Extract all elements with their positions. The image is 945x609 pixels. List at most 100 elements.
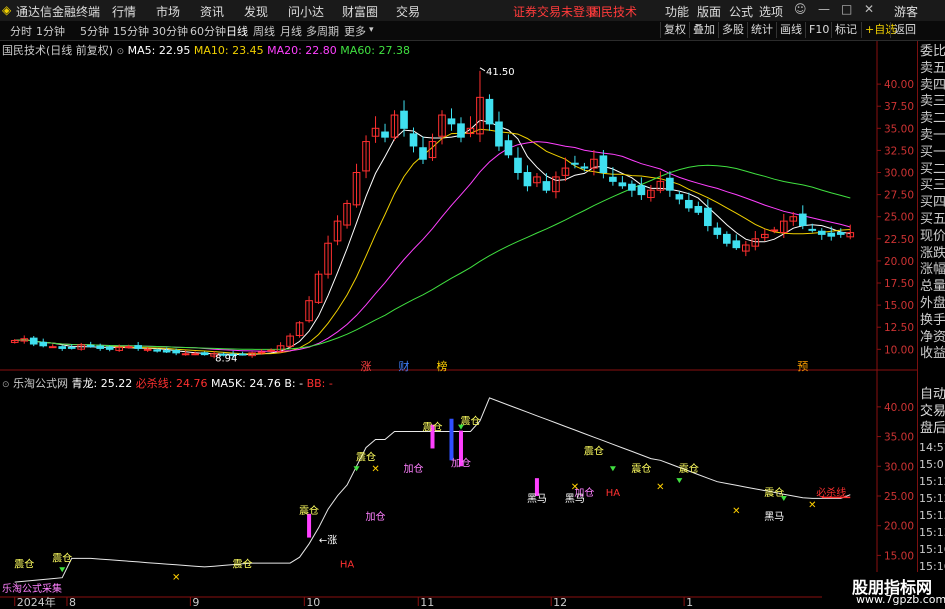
candle-body[interactable]: [723, 233, 731, 244]
candle-body[interactable]: [514, 157, 522, 174]
chart-area[interactable]: 40.00 37.50 35.00 32.50 30.00 27.50 25.00 22.50…: [0, 41, 917, 609]
candle-body[interactable]: [618, 182, 627, 187]
candle-body[interactable]: [713, 227, 722, 235]
candle-body[interactable]: [172, 349, 180, 354]
period-multi[interactable]: 多周期: [306, 23, 339, 39]
chevron-down-icon[interactable]: ▾: [369, 25, 374, 35]
candle-body[interactable]: [400, 110, 408, 129]
menu-caifuquan[interactable]: 财富圈: [342, 3, 378, 20]
menu-jiaoyi[interactable]: 交易: [396, 3, 420, 20]
menu-banmian[interactable]: 版面: [697, 3, 721, 20]
candle-body[interactable]: [495, 121, 503, 147]
candle-body[interactable]: [381, 131, 389, 138]
user-icon[interactable]: ☺: [794, 2, 807, 16]
candle-body[interactable]: [628, 183, 636, 191]
candle-body[interactable]: [67, 346, 76, 349]
menu-faxian[interactable]: 发现: [244, 3, 268, 20]
candle-body[interactable]: [685, 199, 693, 209]
period-30min[interactable]: 30分钟: [152, 23, 188, 39]
candle-body[interactable]: [704, 207, 712, 227]
event-marker[interactable]: 预: [797, 360, 808, 373]
candlesticks[interactable]: [10, 70, 855, 359]
candle-body[interactable]: [770, 229, 779, 232]
right-panel-button[interactable]: 自动: [920, 386, 945, 403]
candle-body[interactable]: [238, 353, 247, 356]
tongji-button[interactable]: 统计: [747, 22, 776, 38]
back-button[interactable]: 返回: [890, 22, 919, 38]
candle-body[interactable]: [191, 353, 199, 356]
menu-gongneng[interactable]: 功能: [665, 3, 689, 20]
candle-body[interactable]: [523, 172, 532, 187]
candle-body[interactable]: [134, 345, 142, 349]
candle-body[interactable]: [808, 228, 817, 231]
candle-body[interactable]: [675, 194, 684, 200]
candle-body[interactable]: [457, 123, 465, 138]
huaxian-button[interactable]: 画线: [776, 22, 805, 38]
candle-body[interactable]: [609, 176, 617, 182]
candle-body[interactable]: [599, 155, 608, 174]
candle-body[interactable]: [409, 133, 418, 147]
right-panel-button[interactable]: 盘后: [920, 420, 945, 437]
candle-body[interactable]: [666, 177, 674, 191]
candle-body[interactable]: [86, 344, 95, 348]
candle-body[interactable]: [39, 341, 48, 347]
candle-body[interactable]: [485, 98, 494, 125]
menu-shichang[interactable]: 市场: [156, 3, 180, 20]
period-more[interactable]: 更多: [344, 23, 366, 39]
maximize-icon[interactable]: □: [841, 2, 852, 16]
candle-body[interactable]: [48, 346, 57, 349]
candle-body[interactable]: [124, 346, 133, 349]
menu-gongshi[interactable]: 公式: [729, 3, 753, 20]
event-marker[interactable]: 榜: [436, 359, 447, 373]
menu-wenxiaoda[interactable]: 问小达: [288, 3, 324, 20]
period-weekly[interactable]: 周线: [253, 23, 275, 39]
candle-body[interactable]: [732, 240, 741, 249]
candle-body[interactable]: [571, 162, 579, 165]
candle-body[interactable]: [447, 118, 456, 125]
period-5min[interactable]: 5分钟: [80, 23, 109, 39]
candle-body[interactable]: [817, 230, 826, 235]
menu-xuanxiang[interactable]: 选项: [759, 3, 783, 20]
candle-body[interactable]: [96, 345, 105, 349]
candle-body[interactable]: [580, 166, 589, 169]
minimize-icon[interactable]: —: [818, 2, 830, 16]
period-daily[interactable]: 日线: [226, 23, 248, 39]
candle-body[interactable]: [542, 181, 551, 191]
candle-body[interactable]: [419, 147, 427, 160]
candle-body[interactable]: [105, 346, 114, 350]
duogu-button[interactable]: 多股: [718, 22, 747, 38]
close-icon[interactable]: ✕: [864, 2, 874, 16]
candle-body[interactable]: [162, 350, 171, 353]
candle-body[interactable]: [827, 232, 836, 237]
candle-body[interactable]: [637, 185, 646, 196]
candle-body[interactable]: [836, 232, 845, 235]
event-marker[interactable]: 财: [399, 359, 410, 373]
period-fenshi[interactable]: 分时: [10, 23, 32, 39]
guest-label[interactable]: 游客: [894, 3, 918, 20]
fuquan-button[interactable]: 复权: [660, 22, 689, 38]
candle-body[interactable]: [58, 346, 67, 349]
candle-body[interactable]: [29, 337, 38, 345]
diejia-button[interactable]: 叠加: [689, 22, 718, 38]
candle-body[interactable]: [257, 351, 266, 354]
login-status[interactable]: 证券交易未登录: [513, 3, 597, 20]
candle-body[interactable]: [143, 348, 152, 351]
candle-body[interactable]: [798, 213, 807, 227]
candle-body[interactable]: [267, 349, 275, 352]
event-marker[interactable]: 涨: [361, 360, 372, 373]
period-1min[interactable]: 1分钟: [36, 23, 65, 39]
biaoji-button[interactable]: 标记: [831, 22, 860, 38]
candle-body[interactable]: [694, 205, 703, 213]
period-60min[interactable]: 60分钟: [190, 23, 226, 39]
menu-hangqing[interactable]: 行情: [112, 3, 136, 20]
event-markers[interactable]: 涨财榜预: [361, 359, 809, 373]
candle-body[interactable]: [504, 140, 513, 156]
candle-body[interactable]: [153, 349, 161, 352]
f10-button[interactable]: F10: [805, 22, 832, 38]
menu-zixun[interactable]: 资讯: [200, 3, 224, 20]
right-panel-button[interactable]: 交易: [920, 403, 945, 420]
candle-body[interactable]: [181, 353, 190, 356]
candle-body[interactable]: [200, 352, 209, 356]
period-15min[interactable]: 15分钟: [113, 23, 149, 39]
period-monthly[interactable]: 月线: [280, 23, 302, 39]
